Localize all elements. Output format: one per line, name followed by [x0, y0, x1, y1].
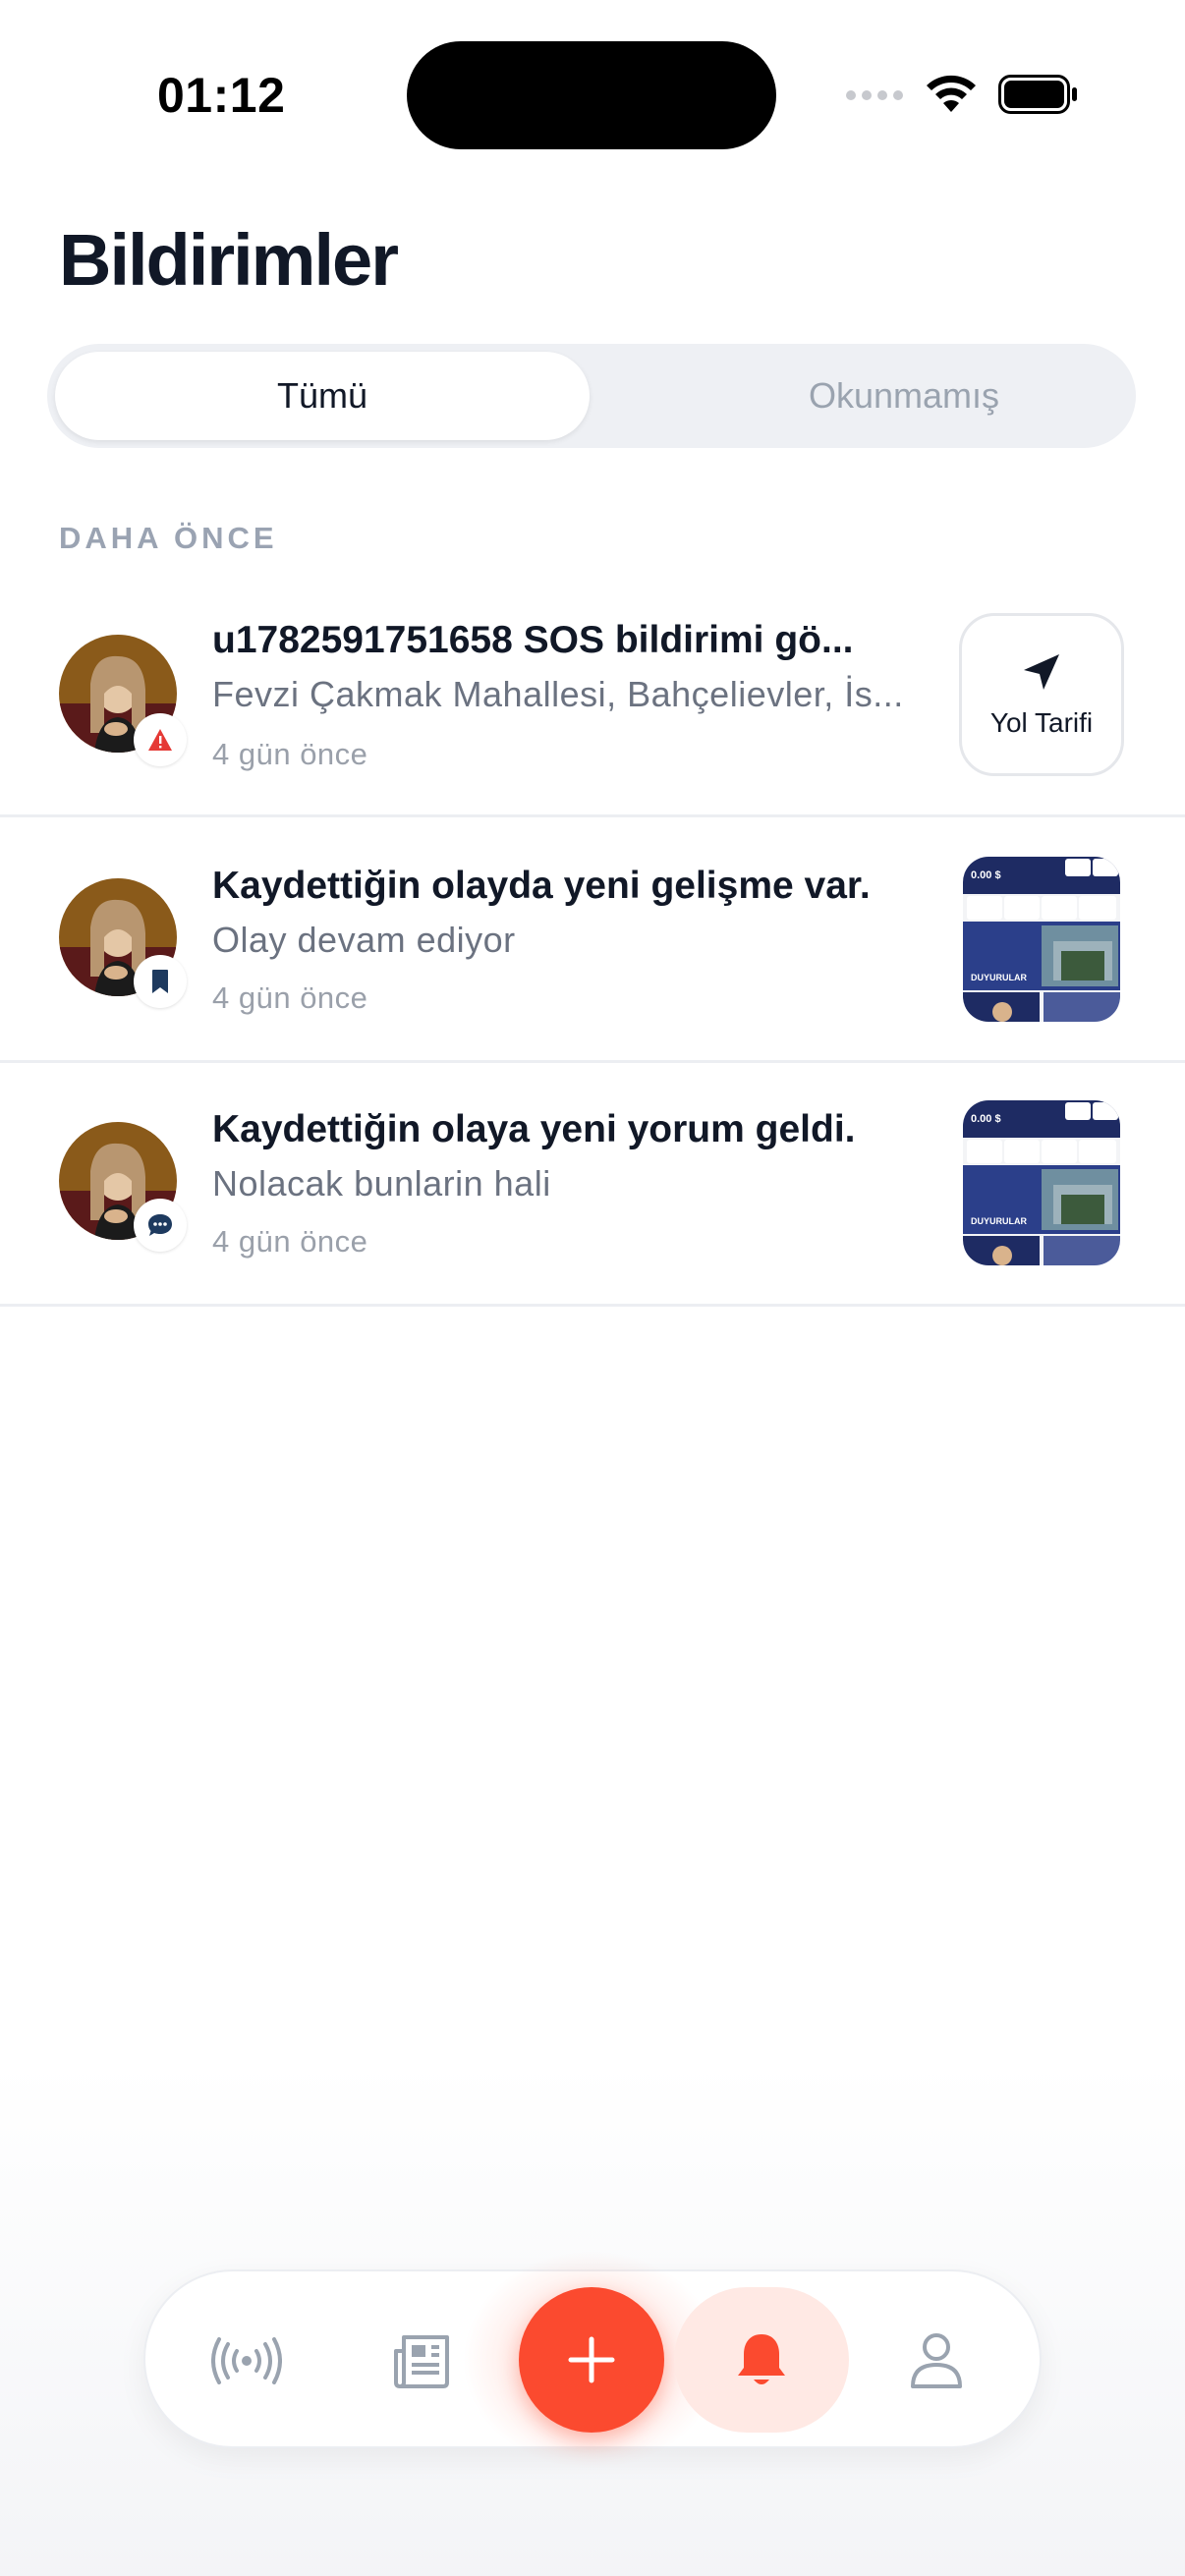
tab-profile[interactable]	[882, 2307, 990, 2415]
thumbnail-price: 0.00 $	[971, 869, 1001, 881]
notification-thumbnail[interactable]: 0.00 $ DUYURULAR	[963, 1100, 1120, 1265]
tab-live[interactable]	[193, 2307, 301, 2415]
thumbnail-price: 0.00 $	[971, 1113, 1001, 1125]
comment-icon	[148, 1214, 172, 1236]
tab-news[interactable]	[367, 2307, 476, 2415]
notification-time: 4 gün önce	[212, 1224, 368, 1259]
badge	[134, 955, 187, 1008]
notification-title: Kaydettiğin olaya yeni yorum geldi.	[212, 1108, 856, 1150]
thumbnail-caption: DUYURULAR	[971, 973, 1027, 982]
tab-unread[interactable]: Okunmamış	[637, 352, 1171, 440]
bookmark-icon	[152, 970, 168, 993]
directions-label: Yol Tarifi	[989, 707, 1094, 738]
directions-button[interactable]: Yol Tarifi	[959, 613, 1124, 776]
newspaper-icon	[394, 2335, 449, 2388]
plus-icon	[568, 2336, 615, 2383]
warning-icon	[148, 729, 172, 751]
filter-segmented-control: Tümü Okunmamış	[47, 344, 1136, 448]
cellular-signal-icon	[846, 90, 903, 100]
notification-thumbnail[interactable]: 0.00 $ DUYURULAR	[963, 857, 1120, 1022]
user-icon	[911, 2333, 962, 2388]
section-header: DAHA ÖNCE	[59, 521, 278, 555]
battery-icon	[998, 75, 1077, 114]
thumbnail-caption: DUYURULAR	[971, 1216, 1027, 1226]
notification-body: Nolacak bunlarin hali	[212, 1163, 551, 1204]
badge	[134, 713, 187, 766]
notification-title: Kaydettiğin olayda yeni gelişme var.	[212, 865, 871, 907]
notification-time: 4 gün önce	[212, 980, 368, 1015]
notification-body: Olay devam ediyor	[212, 920, 516, 960]
tab-all[interactable]: Tümü	[55, 352, 590, 440]
bell-icon	[738, 2334, 785, 2384]
navigation-arrow-icon	[1024, 654, 1059, 690]
page-title: Bildirimler	[59, 219, 399, 301]
status-icons	[845, 69, 1081, 120]
dynamic-island	[407, 41, 776, 149]
notification-time: 4 gün önce	[212, 737, 368, 771]
notification-title: u1782591751658 SOS bildirimi gö...	[212, 619, 854, 661]
add-button[interactable]	[519, 2287, 664, 2433]
notification-body: Fevzi Çakmak Mahallesi, Bahçelievler, İs…	[212, 674, 904, 714]
tab-notifications[interactable]	[674, 2287, 849, 2433]
broadcast-icon	[211, 2337, 282, 2384]
status-time: 01:12	[157, 68, 286, 123]
wifi-icon	[927, 75, 976, 112]
badge	[134, 1199, 187, 1252]
notifications-screen: 01:12 Bildirimler Tümü Okunmamış DAHA ÖN…	[0, 0, 1185, 2576]
